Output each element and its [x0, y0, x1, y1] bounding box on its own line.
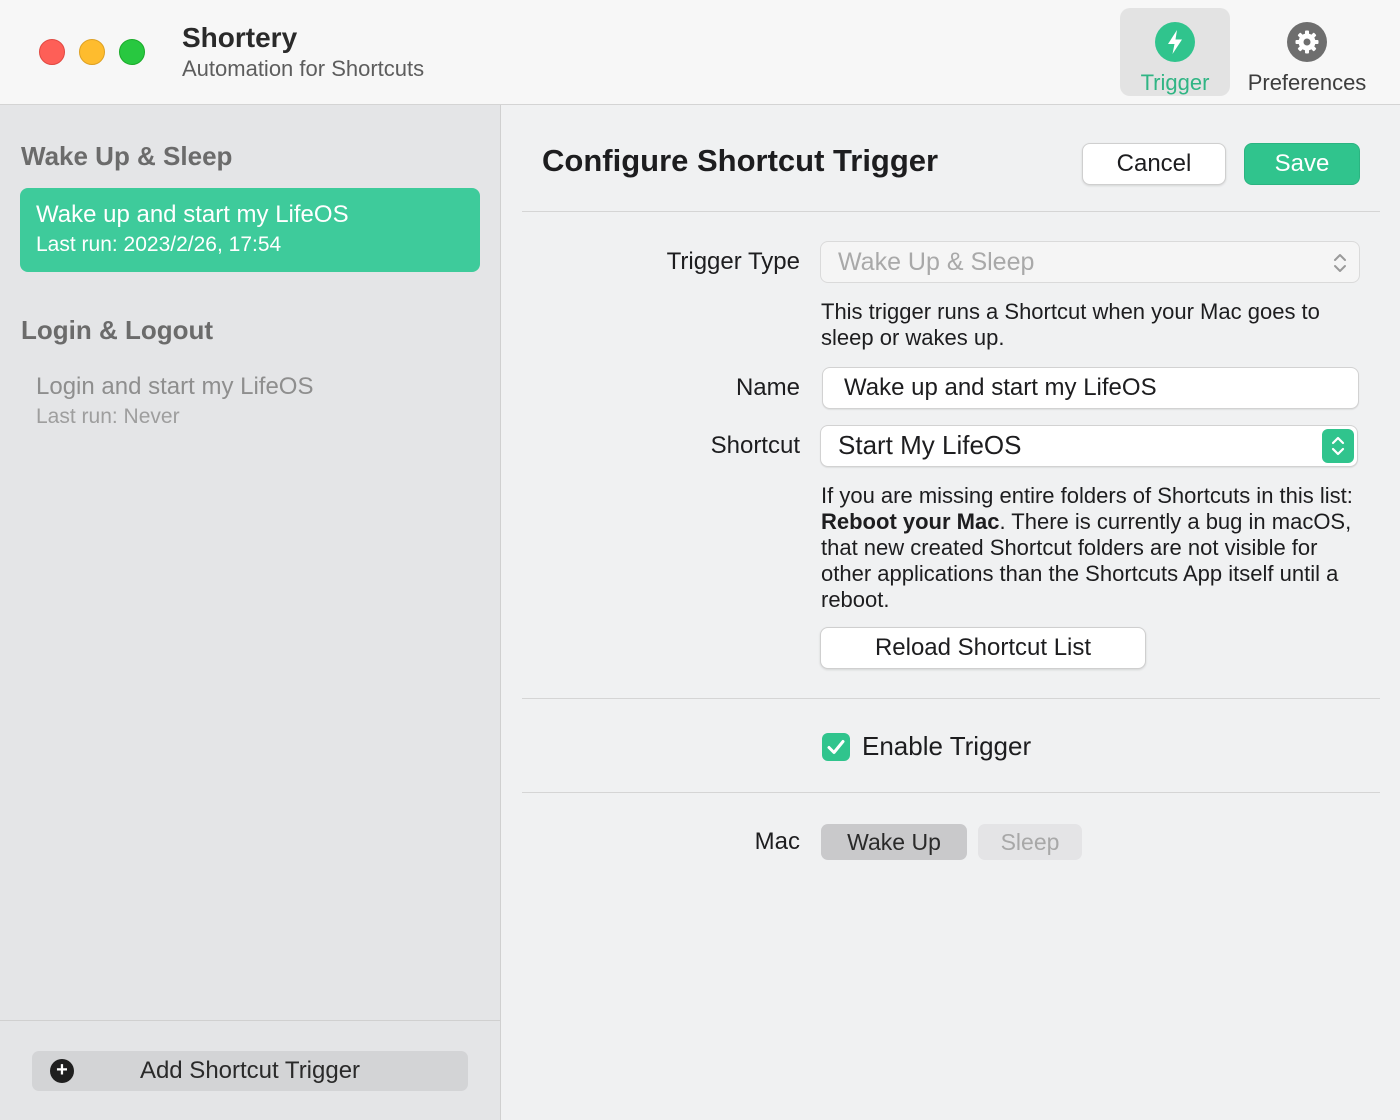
trigger-item-last-run: Last run: Never — [36, 405, 180, 428]
trigger-type-select: Wake Up & Sleep — [820, 241, 1360, 283]
shortcut-help: If you are missing entire folders of Sho… — [821, 483, 1366, 613]
app-title: Shortery — [182, 22, 298, 53]
zoom-window-button[interactable] — [119, 39, 145, 65]
shortcut-label: Shortcut — [710, 432, 800, 459]
name-field[interactable]: Wake up and start my LifeOS — [822, 367, 1359, 409]
section-heading-wake-up-sleep: Wake Up & Sleep — [21, 141, 233, 171]
add-shortcut-trigger-label: Add Shortcut Trigger — [139, 1057, 361, 1084]
checkmark-icon — [827, 740, 845, 754]
sidebar-footer: + Add Shortcut Trigger — [0, 1020, 501, 1120]
sidebar: Wake Up & Sleep Wake up and start my Lif… — [0, 105, 501, 1120]
page-title: Configure Shortcut Trigger — [542, 143, 939, 178]
reload-shortcut-list-button[interactable]: Reload Shortcut List — [820, 627, 1146, 669]
mac-label: Mac — [754, 828, 800, 855]
trigger-item-title: Wake up and start my LifeOS — [36, 201, 349, 228]
title-bar: Shortery Automation for Shortcuts Trigge… — [0, 0, 1400, 105]
shortcut-select-value: Start My LifeOS — [838, 430, 1022, 460]
app-subtitle: Automation for Shortcuts — [182, 56, 425, 81]
divider — [522, 698, 1380, 699]
shortcut-help-bold: Reboot your Mac — [821, 509, 1000, 534]
enable-trigger-checkbox[interactable] — [822, 733, 850, 761]
shortcut-help-text: If you are missing entire folders of Sho… — [821, 483, 1353, 508]
divider — [522, 792, 1380, 793]
segment-sleep[interactable]: Sleep — [978, 824, 1082, 860]
name-field-value: Wake up and start my LifeOS — [844, 374, 1157, 401]
trigger-item-title: Login and start my LifeOS — [36, 373, 314, 400]
toolbar-preferences-label: Preferences — [1247, 70, 1367, 95]
trigger-list-item[interactable]: Login and start my LifeOS Last run: Neve… — [20, 360, 480, 444]
trigger-type-help: This trigger runs a Shortcut when your M… — [821, 299, 1320, 350]
gear-icon — [1287, 22, 1327, 62]
toolbar-preferences-tab[interactable]: Preferences — [1236, 8, 1378, 96]
add-shortcut-trigger-button[interactable]: + Add Shortcut Trigger — [32, 1051, 468, 1091]
trigger-item-last-run: Last run: 2023/2/26, 17:54 — [36, 233, 282, 256]
name-label: Name — [735, 374, 800, 401]
save-button[interactable]: Save — [1244, 143, 1360, 185]
cancel-button[interactable]: Cancel — [1082, 143, 1226, 185]
enable-trigger-label[interactable]: Enable Trigger — [862, 731, 1031, 762]
close-window-button[interactable] — [39, 39, 65, 65]
chevron-updown-icon — [1331, 250, 1349, 274]
section-heading-login-logout: Login & Logout — [21, 315, 214, 345]
divider — [522, 211, 1380, 212]
segment-wake-up[interactable]: Wake Up — [821, 824, 967, 860]
shortcut-select[interactable]: Start My LifeOS — [820, 425, 1358, 467]
bolt-icon — [1155, 22, 1195, 62]
trigger-list-item[interactable]: Wake up and start my LifeOS Last run: 20… — [20, 188, 480, 272]
toolbar-trigger-label: Trigger — [1140, 70, 1210, 95]
toolbar-trigger-tab[interactable]: Trigger — [1120, 8, 1230, 96]
minimize-window-button[interactable] — [79, 39, 105, 65]
configure-panel: Configure Shortcut Trigger Cancel Save T… — [502, 105, 1400, 1120]
trigger-type-label: Trigger Type — [666, 248, 800, 275]
chevron-updown-icon — [1322, 429, 1354, 463]
trigger-type-value: Wake Up & Sleep — [838, 248, 1035, 276]
